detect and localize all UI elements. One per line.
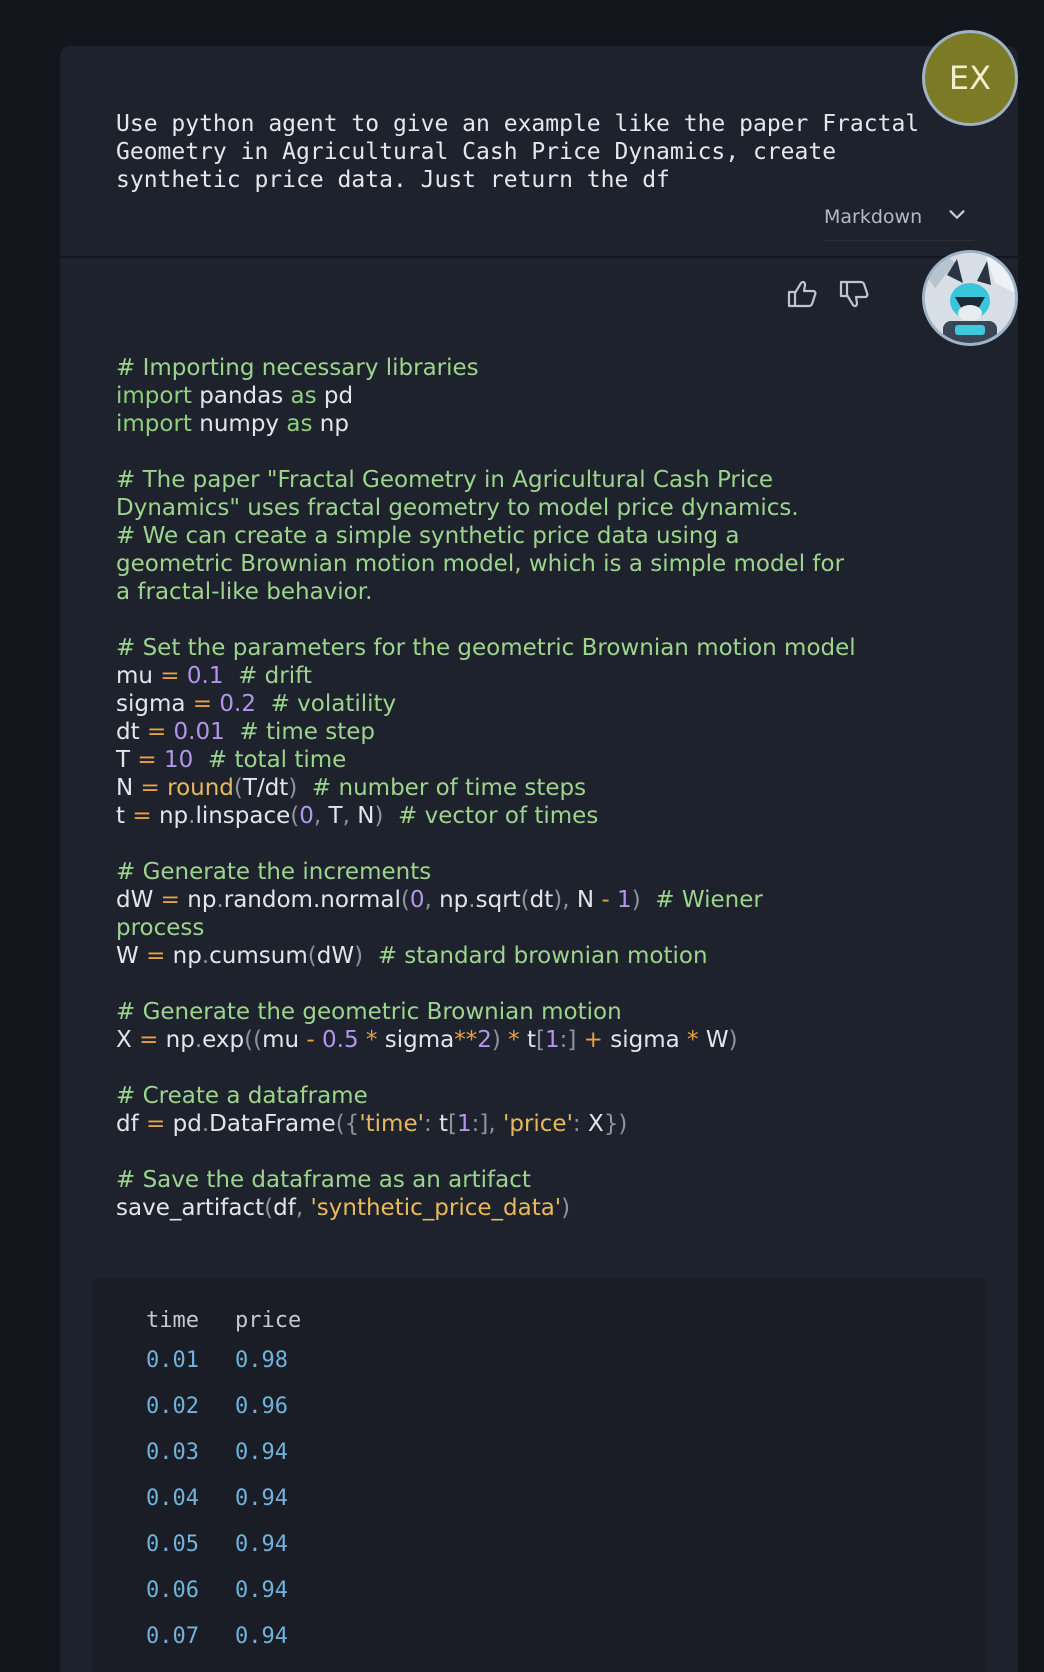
table-cell: 0.94 bbox=[234, 1532, 288, 1557]
code-comment: # We can create a simple synthetic price… bbox=[116, 523, 845, 605]
code-comment: # Set the parameters for the geometric B… bbox=[116, 635, 856, 661]
table-cell: 0.06 bbox=[146, 1578, 199, 1603]
table-row: 0.01 0.98 bbox=[146, 1348, 337, 1394]
table-cell: 0.05 bbox=[146, 1532, 199, 1557]
table-cell: 0.94 bbox=[234, 1486, 288, 1511]
code-comment: # Importing necessary libraries bbox=[116, 355, 479, 381]
table-cell: 0.94 bbox=[234, 1624, 288, 1649]
code-block: # Importing necessary libraries import p… bbox=[116, 355, 856, 1221]
user-message-text: Use python agent to give an example like… bbox=[116, 111, 920, 193]
code-keyword: import bbox=[116, 411, 192, 437]
dataframe-table: time price 0.01 0.98 0.02 0.96 0.03 0.94 bbox=[146, 1308, 337, 1670]
code-keyword: as bbox=[286, 411, 313, 437]
thumbs-up-icon[interactable] bbox=[786, 278, 820, 310]
table-cell: 0.04 bbox=[146, 1486, 199, 1511]
table-cell: 0.07 bbox=[146, 1624, 199, 1649]
thumbs-down-icon[interactable] bbox=[838, 278, 872, 310]
chevron-down-icon bbox=[949, 210, 965, 219]
table-row: 0.04 0.94 bbox=[146, 1486, 337, 1532]
code-comment: # The paper "Fractal Geometry in Agricul… bbox=[116, 467, 799, 521]
format-select-label: Markdown bbox=[824, 206, 923, 228]
table-cell: 0.01 bbox=[146, 1348, 199, 1373]
column-header: time bbox=[146, 1308, 199, 1333]
code-identifier: pandas bbox=[199, 383, 284, 409]
code-identifier: pd bbox=[323, 383, 354, 409]
code-identifier: numpy bbox=[199, 411, 280, 437]
table-cell: 0.02 bbox=[146, 1394, 199, 1419]
code-keyword: as bbox=[290, 383, 317, 409]
table-cell: 0.03 bbox=[146, 1440, 199, 1465]
robot-fox-avatar-icon bbox=[925, 253, 1015, 343]
table-row: 0.02 0.96 bbox=[146, 1394, 337, 1440]
user-avatar[interactable]: EX bbox=[922, 30, 1018, 126]
code-identifier: np bbox=[319, 411, 349, 437]
table-row: 0.06 0.94 bbox=[146, 1578, 337, 1624]
code-keyword: import bbox=[116, 383, 192, 409]
table-row: 0.05 0.94 bbox=[146, 1532, 337, 1578]
table-cell: 0.98 bbox=[234, 1348, 288, 1373]
column-header: price bbox=[234, 1308, 302, 1333]
table-row: 0.03 0.94 bbox=[146, 1440, 337, 1486]
table-header-row: time price bbox=[146, 1308, 337, 1348]
assistant-avatar[interactable] bbox=[922, 250, 1018, 346]
chat-page: Use python agent to give an example like… bbox=[0, 0, 1044, 1672]
table-row: 0.07 0.94 bbox=[146, 1624, 337, 1670]
dataframe-output: time price 0.01 0.98 0.02 0.96 0.03 0.94 bbox=[92, 1278, 986, 1672]
table-cell: 0.94 bbox=[234, 1578, 288, 1603]
table-cell: 0.96 bbox=[234, 1394, 288, 1419]
format-select[interactable]: Markdown bbox=[824, 198, 974, 241]
table-cell: 0.94 bbox=[234, 1440, 288, 1465]
